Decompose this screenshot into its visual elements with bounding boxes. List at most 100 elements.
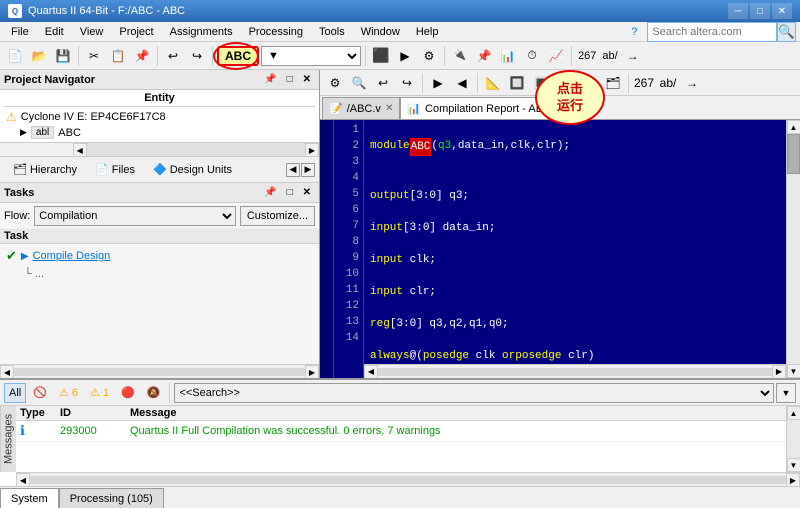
search-input[interactable] (647, 22, 777, 42)
entity-abc-item: ▶ abl ABC (4, 125, 315, 140)
flow-dropdown[interactable]: ▼ (261, 46, 361, 66)
pin-panel-button[interactable]: 📌 (260, 72, 280, 87)
hscroll-left-arrow[interactable]: ◀ (73, 143, 87, 157)
error-filter-button[interactable]: 🚫 (28, 383, 52, 403)
maximize-tasks-button[interactable]: □ (283, 185, 297, 200)
code-vscroll-thumb[interactable] (787, 134, 800, 174)
settings-button[interactable]: ⚙ (418, 45, 440, 67)
timing-button[interactable]: ⏱ (521, 45, 543, 67)
code-vscroll-up[interactable]: ▲ (787, 120, 800, 134)
tab-design-units[interactable]: 🔷 Design Units (144, 160, 241, 179)
suppressed-filter-button[interactable]: 🔕 (142, 383, 166, 403)
undo-button[interactable]: ↩ (162, 45, 184, 67)
editor-tab-abcv[interactable]: 📝 /ABC.v ✕ (322, 97, 400, 119)
nav-scroll-right[interactable]: ▶ (301, 163, 315, 177)
editor-tb-btn-2[interactable]: 🔍 (348, 72, 370, 94)
stop-button[interactable]: ⬛ (370, 45, 392, 67)
menu-assignments[interactable]: Assignments (163, 23, 240, 41)
copy-button[interactable]: 📋 (107, 45, 129, 67)
message-search-dropdown[interactable]: <<Search>> (174, 383, 774, 403)
pin-tasks-button[interactable]: 📌 (260, 185, 280, 200)
tab-files[interactable]: 📄 Files (86, 160, 144, 179)
chip-button[interactable]: 🔌 (449, 45, 471, 67)
editor-tb-btn-7[interactable]: 📐 (482, 72, 504, 94)
all-messages-button[interactable]: All (4, 383, 26, 403)
tab-hierarchy[interactable]: 🗂 Hierarchy (4, 160, 86, 179)
tab-system[interactable]: System (0, 488, 59, 508)
redo-button[interactable]: ↪ (186, 45, 208, 67)
close-button[interactable]: ✕ (772, 3, 792, 19)
customize-button[interactable]: Customize... (240, 206, 315, 226)
abc-run-button[interactable]: ABC (217, 46, 259, 66)
rtl-button[interactable]: 📊 (497, 45, 519, 67)
messages-vscroll: ▲ ▼ (786, 406, 800, 472)
help-icon[interactable]: ? (631, 26, 637, 38)
editor-tb-btn-6[interactable]: ◀ (451, 72, 473, 94)
tasks-hscroll-left[interactable]: ◀ (0, 365, 14, 378)
editor-tb-btn-4[interactable]: ↪ (396, 72, 418, 94)
panels-row: Project Navigator 📌 □ ✕ Entity ⚠ Cyclone… (0, 70, 800, 378)
toolbar-separator-2 (157, 46, 158, 66)
menu-window[interactable]: Window (354, 23, 407, 41)
code-editor[interactable]: module ABC(q3,data_in,clk,clr); output[3… (364, 120, 786, 364)
hscroll-right-arrow[interactable]: ▶ (305, 143, 319, 157)
content-area: Project Navigator 📌 □ ✕ Entity ⚠ Cyclone… (0, 70, 800, 508)
tasks-hscroll-right[interactable]: ▶ (305, 365, 319, 378)
maximize-button[interactable]: □ (750, 3, 770, 19)
search-button[interactable]: 🔍 (777, 22, 796, 42)
editor-tb-btn-8[interactable]: 🔲 (506, 72, 528, 94)
menu-file[interactable]: File (4, 23, 36, 41)
nav-scroll-left[interactable]: ◀ (286, 163, 300, 177)
msg-hscroll-right[interactable]: ▶ (786, 473, 800, 487)
info-filter-button[interactable]: ⚠ 1 (85, 383, 114, 403)
menu-edit[interactable]: Edit (38, 23, 71, 41)
message-row-1[interactable]: ℹ 293000 Quartus II Full Compilation was… (16, 421, 786, 442)
editor-nav-forward[interactable]: → (681, 72, 703, 94)
paste-button[interactable]: 📌 (131, 45, 153, 67)
files-icon: 📄 (95, 163, 109, 176)
msg-hscroll-left[interactable]: ◀ (16, 473, 30, 487)
close-tasks-button[interactable]: ✕ (299, 185, 315, 200)
compile-link[interactable]: Compile Design (33, 250, 111, 262)
critical-filter-button[interactable]: 🔴 (116, 383, 140, 403)
maximize-panel-button[interactable]: □ (283, 72, 297, 87)
compile-button[interactable]: ▶ (394, 45, 416, 67)
editor-tb-btn-14[interactable]: ab/ (657, 72, 679, 94)
tab-processing[interactable]: Processing (105) (59, 488, 164, 508)
code-hscroll-left[interactable]: ◀ (364, 365, 378, 379)
msg-vscroll-track (787, 420, 800, 458)
menu-tools[interactable]: Tools (312, 23, 352, 41)
hierarchy-icon: 🗂 (13, 163, 27, 176)
new-file-button[interactable]: 📄 (4, 45, 26, 67)
save-button[interactable]: 💾 (52, 45, 74, 67)
editor-tb-btn-13[interactable]: 267 (633, 72, 655, 94)
warning-filter-button[interactable]: ⚠ 6 (54, 383, 83, 403)
sim-button[interactable]: 📈 (545, 45, 567, 67)
menu-project[interactable]: Project (112, 23, 160, 41)
editor-tb-btn-12[interactable]: 🗂 (602, 72, 624, 94)
pin-button[interactable]: 📌 (473, 45, 495, 67)
toolbar-separator-3 (212, 46, 213, 66)
code-hscroll-right[interactable]: ▶ (772, 365, 786, 379)
code-vscroll-track (787, 134, 800, 364)
menu-help[interactable]: Help (409, 23, 446, 41)
flow-select[interactable]: Compilation (34, 206, 236, 226)
entity-header: Entity (4, 92, 315, 107)
editor-tb-btn-5[interactable]: ▶ (427, 72, 449, 94)
msg-vscroll-down[interactable]: ▼ (787, 458, 800, 472)
close-panel-button[interactable]: ✕ (299, 72, 315, 87)
msg-vscroll-up[interactable]: ▲ (787, 406, 800, 420)
editor-tb-btn-1[interactable]: ⚙ (324, 72, 346, 94)
minimize-button[interactable]: ─ (728, 3, 748, 19)
menu-processing[interactable]: Processing (242, 23, 310, 41)
open-file-button[interactable]: 📂 (28, 45, 50, 67)
verilog-file-icon: 📝 (329, 102, 343, 115)
editor-tb-btn-3[interactable]: ↩ (372, 72, 394, 94)
close-tab-abcv[interactable]: ✕ (385, 103, 393, 114)
app-window: Q Quartus II 64-Bit - F:/ABC - ABC ─ □ ✕… (0, 0, 800, 508)
search-expand-button[interactable]: ▼ (776, 383, 796, 403)
cut-button[interactable]: ✂ (83, 45, 105, 67)
nav-forward-button[interactable]: → (622, 45, 644, 67)
menu-view[interactable]: View (73, 23, 111, 41)
code-vscroll-down[interactable]: ▼ (787, 364, 800, 378)
